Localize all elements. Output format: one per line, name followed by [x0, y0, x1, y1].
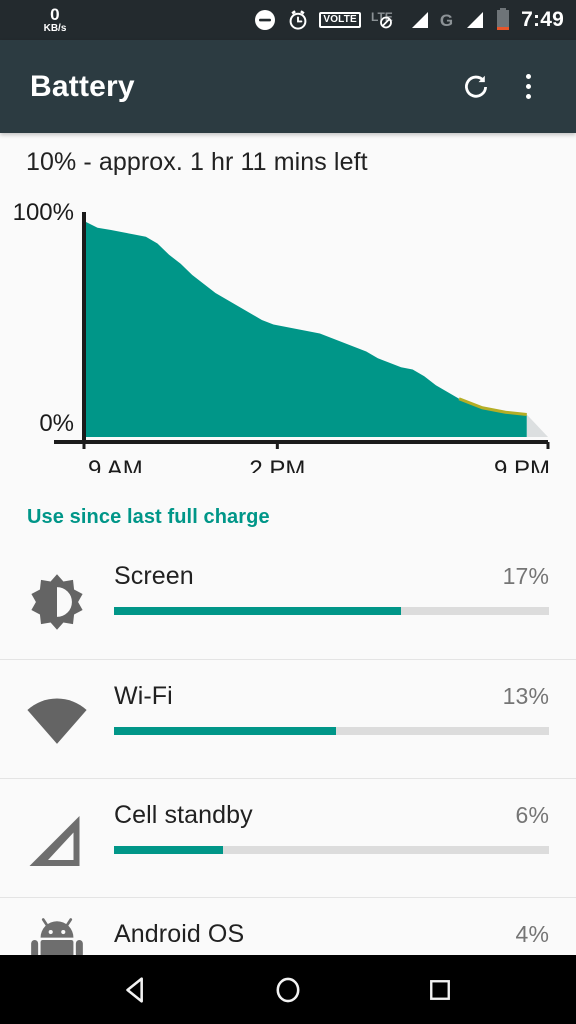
section-heading-label: Use since last full charge: [27, 505, 270, 528]
page-title: Battery: [30, 69, 135, 103]
usage-row-body: Cell standby 6%: [114, 779, 576, 854]
usage-progress-fill: [114, 846, 223, 854]
brightness-icon: [31, 573, 83, 630]
recents-icon: [430, 979, 450, 1000]
usage-row-percent: 13%: [502, 683, 549, 709]
usage-row[interactable]: Wi-Fi 13%: [0, 659, 576, 778]
usage-progress-fill: [114, 607, 402, 615]
back-icon: [126, 976, 143, 1003]
usage-row[interactable]: Screen 17%: [0, 540, 576, 659]
status-bar-icons: VOLTE LTE G: [253, 7, 511, 33]
refresh-icon: [465, 75, 487, 98]
usage-row-icon: [0, 898, 114, 959]
home-icon: [276, 977, 300, 1002]
usage-row-header: Screen 17%: [114, 562, 549, 591]
cell-signal-icon: [29, 815, 80, 866]
signal-sim2-icon: [467, 12, 484, 28]
alarm-icon: [289, 10, 307, 30]
network-speed-indicator: 0 KB/s: [0, 6, 110, 34]
recents-button[interactable]: [403, 955, 477, 1024]
usage-row-header: Cell standby 6%: [114, 801, 549, 830]
usage-row-icon: [0, 660, 114, 779]
usage-row-icon: [0, 540, 114, 659]
usage-row-header: Wi-Fi 13%: [114, 682, 549, 711]
usage-row-label: Wi-Fi: [114, 682, 173, 710]
lte-disabled-icon: LTE: [371, 10, 393, 29]
svg-text:0%: 0%: [39, 410, 74, 437]
do-not-disturb-icon: [255, 10, 276, 30]
battery-icon: [497, 8, 510, 30]
android-icon: [31, 918, 83, 959]
svg-text:2 PM: 2 PM: [249, 456, 305, 473]
network-speed-unit: KB/s: [43, 23, 67, 34]
usage-row[interactable]: Cell standby 6%: [0, 778, 576, 897]
usage-progress-track: [114, 607, 549, 615]
svg-text:9 AM: 9 AM: [88, 456, 143, 473]
battery-summary: 10% - approx. 1 hr 11 mins left: [0, 133, 576, 191]
battery-summary-text: 10% - approx. 1 hr 11 mins left: [26, 147, 368, 176]
svg-text:100%: 100%: [13, 199, 74, 226]
home-button[interactable]: [251, 955, 325, 1024]
usage-row-label: Cell standby: [114, 801, 253, 829]
usage-row-body: Screen 17%: [114, 540, 576, 615]
status-bar-clock: 7:49: [521, 8, 564, 31]
status-bar: 0 KB/s VOLTE LTE G 7:49: [0, 0, 576, 40]
usage-row-label: Android OS: [114, 920, 245, 948]
g-network-icon: G: [439, 10, 454, 30]
back-button[interactable]: [99, 955, 173, 1024]
usage-row-body: Wi-Fi 13%: [114, 660, 576, 735]
wifi-icon: [27, 697, 87, 744]
battery-chart-svg: 100% 0% 9 AM 2 PM 9 PM: [13, 199, 550, 473]
overflow-menu-button[interactable]: [502, 61, 554, 113]
usage-progress-track: [114, 727, 549, 735]
usage-row-body: Android OS 4%: [114, 898, 576, 949]
app-bar: Battery: [0, 40, 576, 133]
usage-row-icon: [0, 779, 114, 898]
overflow-icon: [525, 74, 531, 99]
usage-row-label: Screen: [114, 562, 194, 590]
navigation-bar: [0, 955, 576, 1024]
section-heading: Use since last full charge: [0, 498, 576, 536]
usage-progress-fill: [114, 727, 336, 735]
battery-usage-list: Screen 17% Wi-Fi 13% Cell standby 6% Android O…: [0, 540, 576, 959]
signal-sim1-icon: [411, 12, 428, 28]
volte-icon: VOLTE: [319, 12, 361, 28]
svg-text:9 PM: 9 PM: [494, 456, 550, 473]
usage-progress-track: [114, 846, 549, 854]
network-speed-value: 0: [50, 5, 60, 24]
usage-row-header: Android OS 4%: [114, 920, 549, 949]
battery-history-chart: 100% 0% 9 AM 2 PM 9 PM: [0, 191, 576, 473]
usage-row[interactable]: Android OS 4%: [0, 897, 576, 959]
refresh-button[interactable]: [450, 61, 502, 113]
usage-row-percent: 6%: [515, 802, 549, 828]
usage-row-percent: 4%: [515, 921, 549, 947]
phone-screen: 0 KB/s VOLTE LTE G 7:49 Battery 10% - ap…: [0, 0, 576, 1024]
usage-row-percent: 17%: [502, 563, 549, 589]
